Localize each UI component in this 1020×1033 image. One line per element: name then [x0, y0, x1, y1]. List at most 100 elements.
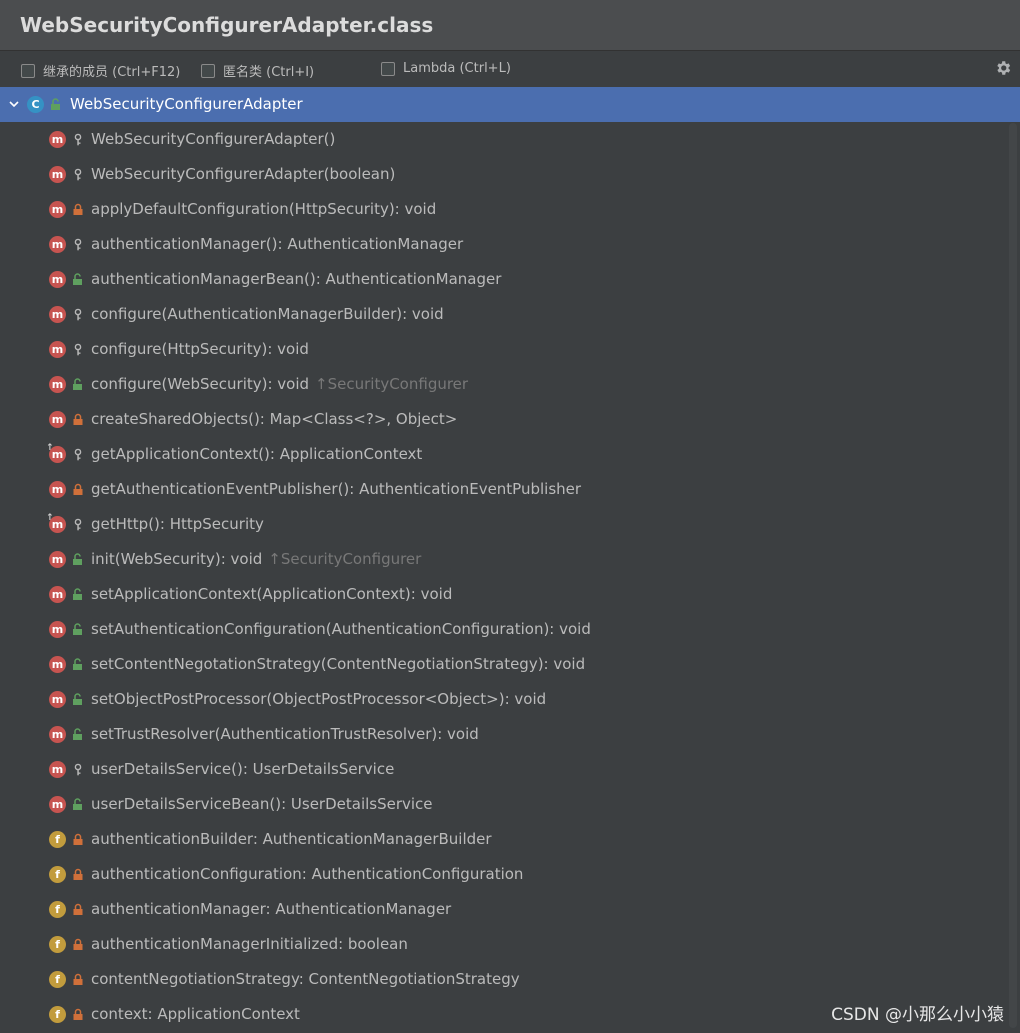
show-inherited-checkbox[interactable]: 继承的成员 (Ctrl+F12)	[21, 61, 180, 80]
show-lambda-checkbox[interactable]: Lambda (Ctrl+L)	[381, 61, 511, 76]
member-label: setAuthenticationConfiguration(Authentic…	[91, 620, 591, 638]
member-signature: getAuthenticationEventPublisher(): Authe…	[91, 480, 582, 498]
member-label: getAuthenticationEventPublisher(): Authe…	[91, 480, 581, 498]
tree-row-method[interactable]: m applyDefaultConfiguration(HttpSecurity)…	[0, 192, 1020, 227]
method-icon: m	[49, 586, 66, 603]
member-signature: authenticationBuilder: AuthenticationMan…	[91, 830, 492, 848]
tree-row-method[interactable]: m configure(HttpSecurity): void	[0, 332, 1020, 367]
member-signature: init(WebSecurity): void	[91, 550, 263, 568]
public-unlocked-icon	[73, 728, 82, 740]
private-lock-icon	[73, 483, 83, 495]
tree-row-field[interactable]: f authenticationBuilder: AuthenticationMa…	[0, 822, 1020, 857]
method-icon: m	[49, 341, 66, 358]
member-signature: configure(HttpSecurity): void	[91, 340, 309, 358]
protected-key-icon	[74, 238, 82, 251]
member-signature: authenticationManager(): AuthenticationM…	[91, 235, 464, 253]
member-label: setTrustResolver(AuthenticationTrustReso…	[91, 725, 479, 743]
tree-row-method[interactable]: m getAuthenticationEventPublisher(): Auth…	[0, 472, 1020, 507]
method-icon: m ↑	[46, 444, 66, 463]
member-label: getApplicationContext(): ApplicationCont…	[91, 445, 422, 463]
checkbox-box[interactable]	[21, 63, 35, 78]
member-label: setApplicationContext(ApplicationContext…	[91, 585, 452, 603]
window-title: WebSecurityConfigurerAdapter.class	[20, 13, 434, 37]
method-icon: m	[49, 131, 66, 148]
member-label: configure(HttpSecurity): void	[91, 340, 309, 358]
protected-key-icon	[74, 168, 82, 181]
method-icon: m	[49, 656, 66, 673]
chevron-down-icon[interactable]	[8, 98, 20, 110]
tree-root-class[interactable]: C WebSecurityConfigurerAdapter	[0, 87, 1020, 122]
show-anonymous-checkbox[interactable]: 匿名类 (Ctrl+I)	[201, 61, 314, 80]
tree-row-method[interactable]: m init(WebSecurity): void ↑SecurityConfigu…	[0, 542, 1020, 577]
method-icon: m	[49, 166, 66, 183]
member-signature: configure(WebSecurity): void	[91, 375, 310, 393]
method-icon: m	[49, 306, 66, 323]
member-signature: userDetailsService(): UserDetailsService	[91, 760, 395, 778]
member-signature: getHttp(): HttpSecurity	[91, 515, 264, 533]
protected-key-icon	[74, 763, 82, 776]
public-unlocked-icon	[73, 588, 82, 600]
checkbox-box[interactable]	[381, 61, 395, 76]
member-label: authenticationManager(): AuthenticationM…	[91, 235, 463, 253]
tree-row-method[interactable]: m setTrustResolver(AuthenticationTrustRes…	[0, 717, 1020, 752]
tree-row-method[interactable]: m userDetailsService(): UserDetailsServic…	[0, 752, 1020, 787]
member-signature: setObjectPostProcessor(ObjectPostProcess…	[91, 690, 547, 708]
member-list: m WebSecurityConfigurerAdapter() m WebSecur…	[0, 122, 1020, 1032]
member-signature: setApplicationContext(ApplicationContext…	[91, 585, 453, 603]
private-lock-icon	[73, 203, 83, 215]
root-class-label: WebSecurityConfigurerAdapter	[70, 95, 303, 113]
private-lock-icon	[73, 938, 83, 950]
member-signature: contentNegotiationStrategy: ContentNegot…	[91, 970, 520, 988]
public-unlocked-icon	[73, 378, 82, 390]
member-signature: userDetailsServiceBean(): UserDetailsSer…	[91, 795, 433, 813]
private-lock-icon	[73, 868, 83, 880]
private-lock-icon	[73, 833, 83, 845]
public-unlocked-icon	[51, 98, 60, 110]
gear-icon[interactable]	[994, 59, 1012, 77]
public-unlocked-icon	[73, 623, 82, 635]
show-anonymous-label: 匿名类 (Ctrl+I)	[223, 65, 315, 80]
tree-row-field[interactable]: f contentNegotiationStrategy: ContentNego…	[0, 962, 1020, 997]
tree-row-method[interactable]: m setApplicationContext(ApplicationContex…	[0, 577, 1020, 612]
method-icon: m	[49, 271, 66, 288]
tree-row-method[interactable]: m configure(WebSecurity): void ↑SecurityCo…	[0, 367, 1020, 402]
structure-tree[interactable]: C WebSecurityConfigurerAdapter m WebSecur…	[0, 87, 1020, 1032]
public-unlocked-icon	[73, 553, 82, 565]
tree-row-method[interactable]: m configure(AuthenticationManagerBuilder)…	[0, 297, 1020, 332]
member-origin-hint: ↑SecurityConfigurer	[268, 550, 422, 568]
public-unlocked-icon	[73, 693, 82, 705]
member-signature: configure(AuthenticationManagerBuilder):…	[91, 305, 444, 323]
private-lock-icon	[73, 1008, 83, 1020]
tree-row-field[interactable]: f authenticationManagerInitialized: boole…	[0, 927, 1020, 962]
tree-row-field[interactable]: f authenticationConfiguration: Authentica…	[0, 857, 1020, 892]
field-icon: f	[49, 831, 66, 848]
tree-row-method[interactable]: m setObjectPostProcessor(ObjectPostProces…	[0, 682, 1020, 717]
tree-row-method[interactable]: m authenticationManager(): Authentication…	[0, 227, 1020, 262]
class-icon: C	[27, 96, 44, 113]
tree-row-method[interactable]: m setAuthenticationConfiguration(Authenti…	[0, 612, 1020, 647]
member-signature: WebSecurityConfigurerAdapter()	[91, 130, 336, 148]
tree-row-method[interactable]: m WebSecurityConfigurerAdapter()	[0, 122, 1020, 157]
checkbox-box[interactable]	[201, 63, 215, 78]
private-lock-icon	[73, 903, 83, 915]
tree-row-method[interactable]: m WebSecurityConfigurerAdapter(boolean)	[0, 157, 1020, 192]
member-label: init(WebSecurity): void ↑SecurityConfigur…	[91, 550, 421, 568]
member-signature: authenticationManager: AuthenticationMan…	[91, 900, 452, 918]
tree-row-method[interactable]: m userDetailsServiceBean(): UserDetailsSe…	[0, 787, 1020, 822]
member-signature: setAuthenticationConfiguration(Authentic…	[91, 620, 591, 638]
tree-row-field[interactable]: f authenticationManager: AuthenticationMa…	[0, 892, 1020, 927]
field-icon: f	[49, 866, 66, 883]
method-icon: m	[49, 376, 66, 393]
vertical-scrollbar[interactable]	[1009, 123, 1017, 1028]
member-signature: createSharedObjects(): Map<Class<?>, Obj…	[91, 410, 458, 428]
tree-row-method[interactable]: m ↑ getApplicationContext(): ApplicationCo…	[0, 437, 1020, 472]
tree-row-method[interactable]: m createSharedObjects(): Map<Class<?>, Ob…	[0, 402, 1020, 437]
method-icon: m	[49, 691, 66, 708]
member-label: WebSecurityConfigurerAdapter(boolean)	[91, 165, 395, 183]
tree-row-method[interactable]: m authenticationManagerBean(): Authentica…	[0, 262, 1020, 297]
window-title-bar: WebSecurityConfigurerAdapter.class	[0, 0, 1020, 51]
tree-row-method[interactable]: m ↑ getHttp(): HttpSecurity	[0, 507, 1020, 542]
member-signature: authenticationManagerBean(): Authenticat…	[91, 270, 502, 288]
method-icon: m	[49, 481, 66, 498]
tree-row-method[interactable]: m setContentNegotationStrategy(ContentNeg…	[0, 647, 1020, 682]
